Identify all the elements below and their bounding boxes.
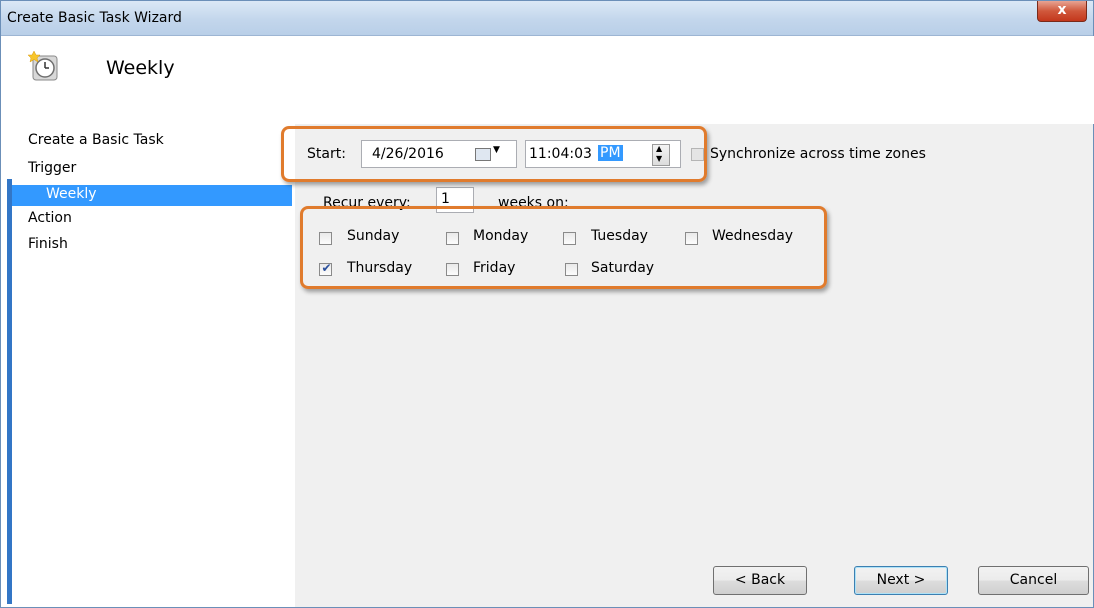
window-title: Create Basic Task Wizard xyxy=(7,10,182,26)
title-bar[interactable]: Create Basic Task Wizard x xyxy=(1,1,1093,36)
wizard-step-nav: Create a Basic Task Trigger Weekly Actio… xyxy=(2,124,295,607)
left-edge-strip xyxy=(7,179,12,604)
next-button[interactable]: Next > xyxy=(854,566,948,595)
nav-item-weekly-label: Weekly xyxy=(46,186,97,202)
wizard-window: Create Basic Task Wizard x Weekly Create… xyxy=(0,0,1094,608)
scheduled-task-clock-icon xyxy=(28,50,58,81)
recur-weeks-value: 1 xyxy=(441,191,450,207)
nav-item-weekly[interactable]: Weekly xyxy=(8,185,292,206)
nav-item-trigger[interactable]: Trigger xyxy=(28,160,76,176)
wizard-header: Weekly xyxy=(2,36,1094,124)
page-title: Weekly xyxy=(106,57,175,79)
weekdays-highlight-box xyxy=(300,206,827,289)
close-button[interactable]: x xyxy=(1037,1,1087,22)
start-time-highlight-box xyxy=(281,126,707,182)
nav-item-create-basic-task[interactable]: Create a Basic Task xyxy=(28,132,164,148)
cancel-button[interactable]: Cancel xyxy=(978,566,1089,595)
nav-item-finish[interactable]: Finish xyxy=(28,236,68,252)
back-button[interactable]: < Back xyxy=(713,566,807,595)
sync-timezones-label: Synchronize across time zones xyxy=(710,146,926,162)
trigger-settings-panel: Start: 4/26/2016 ▼ 11:04:03 PM ▲ ▼ Synch… xyxy=(295,124,1093,607)
close-icon: x xyxy=(1057,2,1067,18)
nav-item-action[interactable]: Action xyxy=(28,210,72,226)
